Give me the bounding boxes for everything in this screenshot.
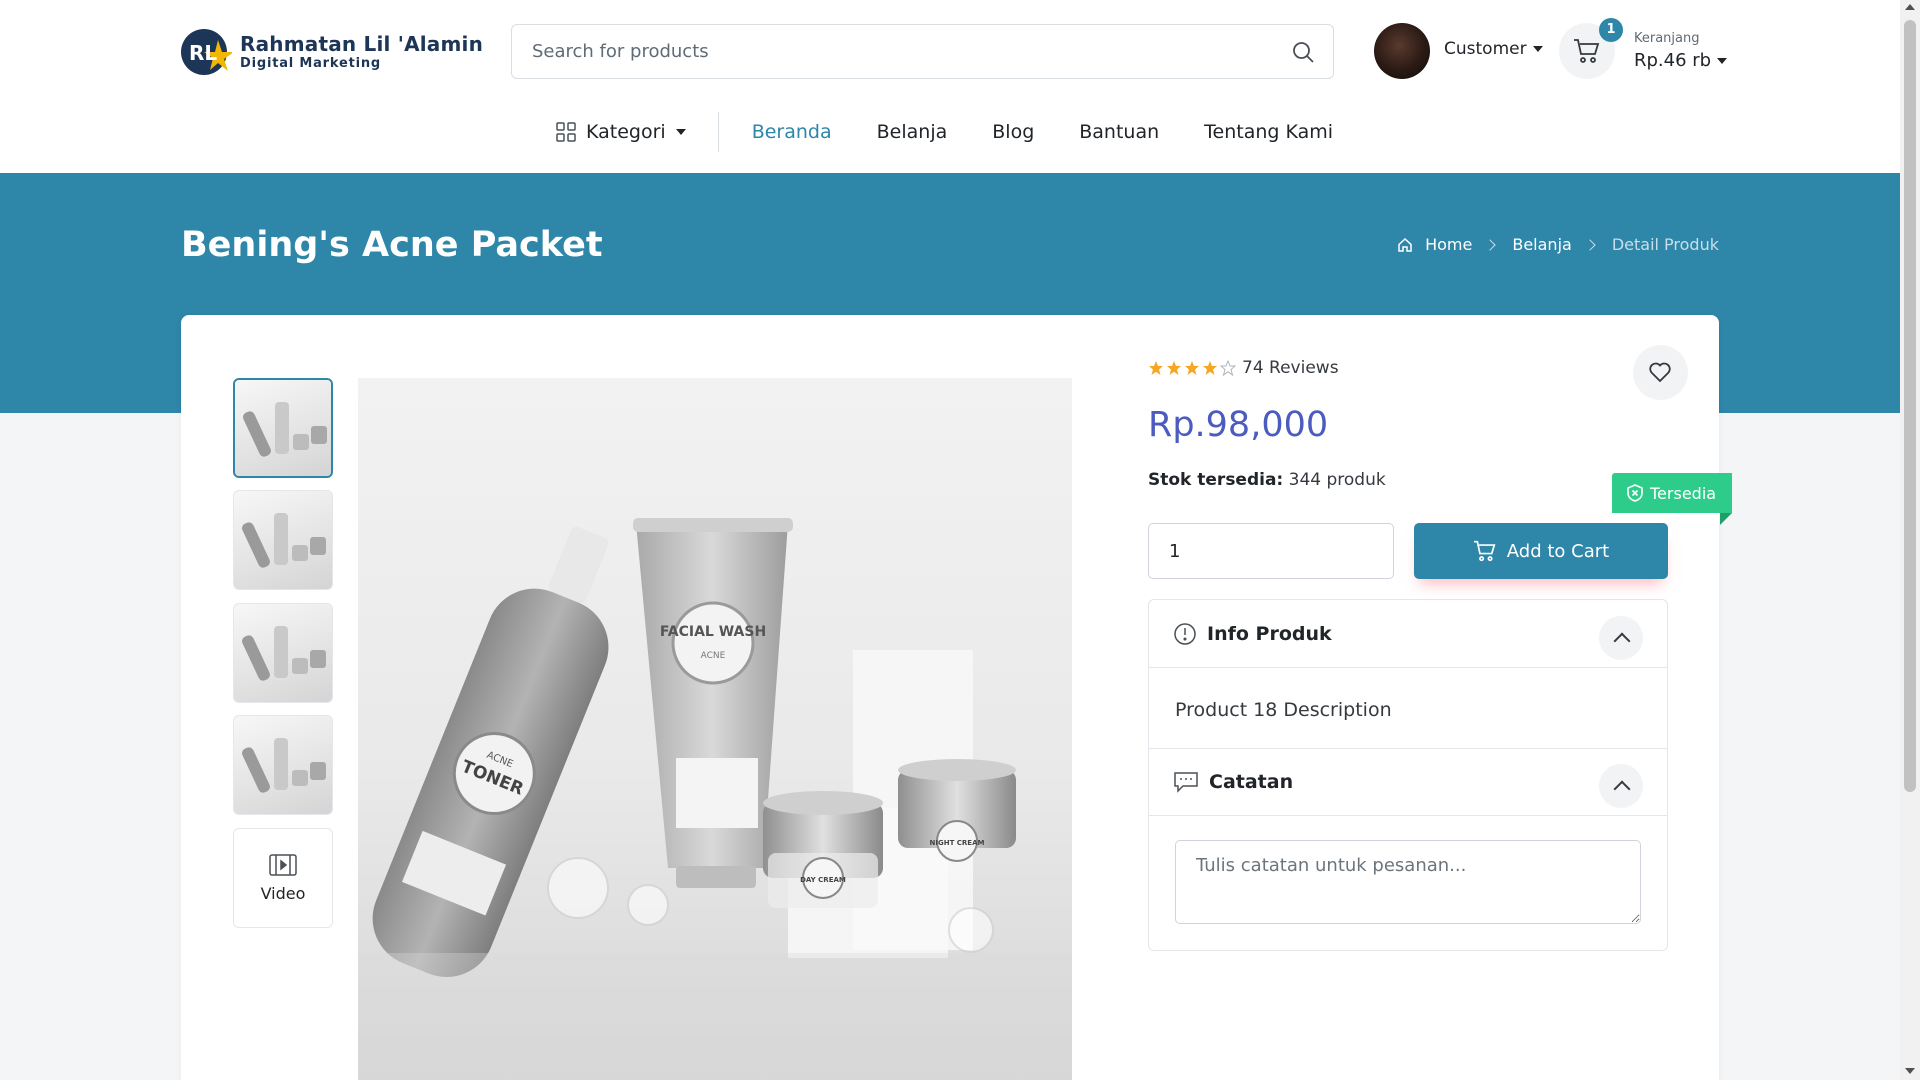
quantity-input[interactable] [1148,523,1394,579]
day-cream-text: DAY CREAM [800,876,846,884]
video-label: Video [260,883,306,903]
category-menu[interactable]: Kategori [556,121,718,143]
main-nav: Kategori Beranda Belanja Blog Bantuan Te… [556,112,1378,152]
search-icon[interactable] [1291,40,1315,64]
stock-info: Stok tersedia: 344 produk [1148,470,1386,490]
rating-stars [1148,360,1236,376]
grid-icon [556,122,576,142]
order-notes-textarea[interactable] [1175,840,1641,924]
nav-item-beranda[interactable]: Beranda [752,121,832,143]
chevron-right-icon [1584,238,1596,251]
page-title: Bening's Acne Packet [181,225,603,265]
divider [1149,667,1667,668]
product-description: Product 18 Description [1175,699,1392,721]
cart-count-badge: 1 [1599,18,1623,42]
star-filled-icon [1149,361,1163,375]
nav-divider [717,112,719,152]
search-input[interactable] [512,25,1272,78]
gallery-thumbnail[interactable] [233,490,333,590]
scroll-thumb[interactable] [1904,20,1916,792]
catatan-header[interactable]: Catatan [1149,748,1667,815]
user-avatar[interactable] [1374,23,1430,79]
cart-icon [1574,39,1600,63]
breadcrumb-home[interactable]: Home [1425,235,1472,254]
caret-down-icon [1532,46,1543,52]
film-icon [269,853,297,876]
catatan-title: Catatan [1209,770,1294,793]
night-cream-text: NIGHT CREAM [930,839,985,847]
nav-item-bantuan[interactable]: Bantuan [1079,121,1159,143]
product-photo: ACNE TONER FACIAL WASH ACNE DAY CREAM NI… [358,378,1072,1080]
shield-x-icon [1627,484,1643,502]
product-price: Rp.98,000 [1148,405,1329,445]
cart-total[interactable]: Rp.46 rb [1634,50,1728,71]
breadcrumb-current: Detail Produk [1611,235,1719,254]
add-to-cart-label: Add to Cart [1506,540,1610,562]
logo-mark-text: RL [189,41,217,65]
caret-down-icon [675,129,686,135]
wishlist-button[interactable] [1633,345,1688,400]
account-label: Customer [1444,39,1527,59]
product-accordion: Info Produk Product 18 Description Catat… [1148,599,1668,951]
divider [1149,815,1667,816]
product-rating[interactable]: 74 Reviews [1148,358,1339,378]
nav-item-blog[interactable]: Blog [992,121,1034,143]
info-produk-header[interactable]: Info Produk [1149,600,1667,667]
category-label: Kategori [586,121,666,143]
video-thumbnail[interactable]: Video [233,828,333,928]
site-header: RL Rahmatan Lil 'Alamin Digital Marketin… [0,0,1900,173]
site-logo[interactable]: RL Rahmatan Lil 'Alamin Digital Marketin… [180,26,483,78]
home-icon [1398,237,1412,252]
gallery-thumbnail[interactable] [233,715,333,815]
product-card: Video ACNE TONER FACIAL WASH ACNE DAY CR… [181,315,1732,1080]
reviews-count: 74 Reviews [1242,358,1339,378]
star-filled-icon [1203,361,1217,375]
cart-total-value: Rp.46 rb [1634,50,1712,71]
add-to-cart-button[interactable]: Add to Cart [1414,523,1668,579]
scroll-down-icon[interactable] [1905,1068,1915,1074]
account-menu[interactable]: Customer [1444,39,1543,59]
cart-label: Keranjang [1634,31,1700,46]
chevron-up-icon[interactable] [1599,616,1643,660]
search-box [511,24,1334,79]
badge-fold [1720,513,1732,525]
star-filled-icon [1167,361,1181,375]
cart-icon [1473,540,1496,562]
chat-icon [1174,771,1198,793]
nav-item-tentang-kami[interactable]: Tentang Kami [1204,121,1333,143]
stock-value: 344 produk [1288,470,1386,490]
star-empty-icon [1220,360,1236,376]
scroll-up-icon[interactable] [1905,4,1915,10]
chevron-up-icon[interactable] [1599,764,1643,808]
gallery-thumbnail[interactable] [233,603,333,703]
info-produk-title: Info Produk [1207,622,1332,645]
availability-label: Tersedia [1650,483,1717,503]
availability-badge: Tersedia [1612,473,1732,513]
star-filled-icon [1185,361,1199,375]
brand-name: Rahmatan Lil 'Alamin [240,32,484,56]
logo-mark-icon: RL [180,26,234,78]
wash-main-text: FACIAL WASH [660,624,766,640]
page-scrollbar[interactable] [1900,0,1920,1080]
wash-sub-text: ACNE [701,651,726,661]
breadcrumb-belanja[interactable]: Belanja [1512,235,1571,254]
caret-down-icon [1717,57,1728,64]
gallery-thumbnail[interactable] [233,378,333,478]
chevron-right-icon [1484,238,1497,251]
brand-tagline: Digital Marketing [240,56,382,71]
nav-item-belanja[interactable]: Belanja [877,121,948,143]
stock-label: Stok tersedia: [1148,470,1284,490]
heart-icon [1649,362,1671,382]
product-main-image[interactable]: ACNE TONER FACIAL WASH ACNE DAY CREAM NI… [358,378,1072,1080]
breadcrumb: Home Belanja Detail Produk [1397,235,1719,254]
info-icon [1174,622,1196,645]
